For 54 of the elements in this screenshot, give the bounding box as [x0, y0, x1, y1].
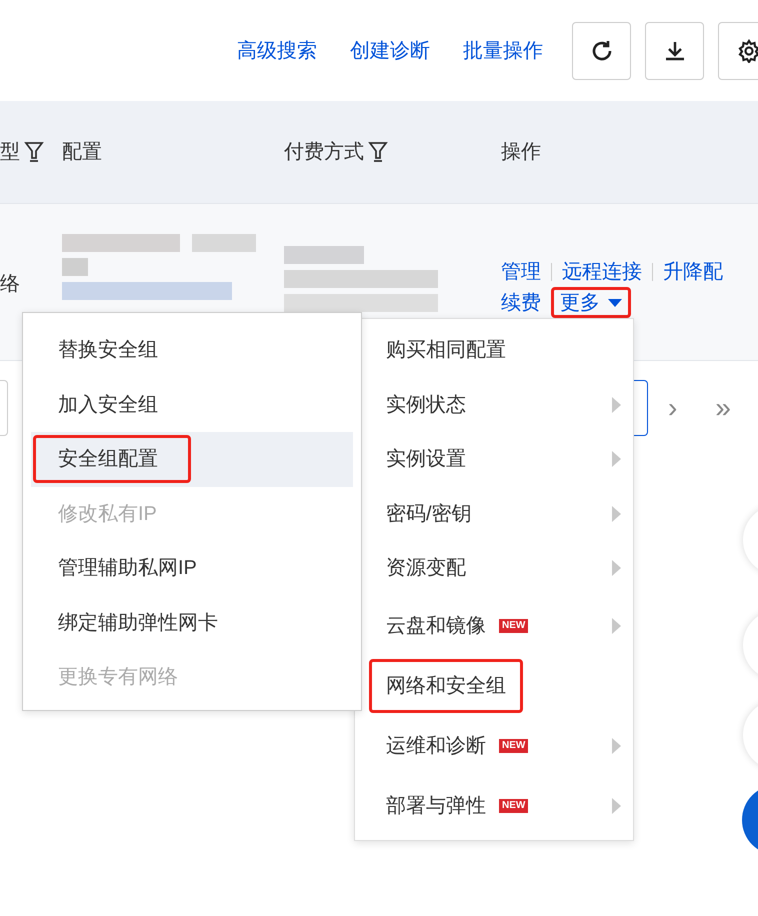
menu-item[interactable]: 实例状态 [364, 378, 633, 432]
menu-item-label: 网络和安全组 [369, 658, 523, 712]
menu-item-label: 密码/密钥 [385, 502, 473, 527]
blurred-text [62, 258, 88, 276]
menu-item-label: 修改私有IP [57, 502, 158, 527]
menu-item[interactable]: 实例设置 [364, 432, 633, 486]
action-link[interactable]: 管理 [501, 258, 541, 286]
filter-icon[interactable] [24, 141, 44, 163]
settings-icon [737, 38, 758, 62]
new-badge: NEW [499, 618, 528, 632]
menu-item[interactable]: 网络和安全组 [364, 656, 633, 716]
toolbar-link[interactable]: 高级搜索 [237, 36, 317, 66]
toolbar-link[interactable]: 批量操作 [463, 36, 543, 66]
page-size-field[interactable] [0, 380, 8, 436]
menu-item-label: 加入安全组 [57, 392, 159, 418]
menu-item-label: 购买相同配置 [385, 338, 507, 364]
menu-item-label: 实例状态 [385, 392, 467, 418]
menu-item[interactable]: 安全组配置 [31, 432, 353, 486]
menu-item-label: 更换专有网络 [57, 665, 179, 690]
menu-item-label: 安全组配置 [33, 435, 191, 484]
menu-item-label: 绑定辅助弹性网卡 [57, 610, 219, 636]
action-link[interactable]: 升降配 [663, 258, 723, 286]
menu-item[interactable]: 密码/密钥 [364, 486, 633, 541]
column-header: 配置 [62, 140, 102, 165]
caret-icon [608, 298, 622, 306]
menu-item[interactable]: 购买相同配置 [364, 323, 633, 378]
next-page-button[interactable]: › [668, 386, 678, 428]
table-cell: 络 [0, 273, 20, 295]
refresh-button[interactable] [572, 22, 631, 80]
more-dropdown[interactable]: 更多 [551, 287, 631, 318]
menu-item[interactable]: 部署与弹性 NEW [364, 776, 633, 836]
new-badge: NEW [499, 738, 528, 752]
menu-item-label: 替换安全组 [57, 338, 159, 364]
menu-item-label: 运维和诊断 [385, 734, 487, 758]
column-header: 型 [0, 140, 20, 165]
menu-item[interactable]: 云盘和镜像 NEW [364, 596, 633, 656]
new-badge: NEW [499, 798, 528, 812]
menu-item-label: 资源变配 [385, 556, 467, 582]
menu-item[interactable]: 运维和诊断 NEW [364, 716, 633, 776]
action-link[interactable]: 远程连接 [562, 258, 642, 286]
last-page-button[interactable]: » [715, 386, 731, 428]
action-link[interactable]: 续费 [501, 288, 541, 316]
menu-item-label: 实例设置 [385, 447, 467, 472]
download-button[interactable] [645, 22, 704, 80]
refresh-icon [590, 38, 614, 62]
menu-item-label: 云盘和镜像 [385, 614, 487, 638]
column-header: 操作 [501, 140, 541, 165]
column-header: 付费方式 [284, 140, 364, 165]
menu-item-label: 管理辅助私网IP [57, 556, 198, 582]
menu-item[interactable]: 资源变配 [364, 541, 633, 596]
toolbar-link[interactable]: 创建诊断 [350, 36, 430, 66]
menu-item-label: 部署与弹性 [385, 794, 487, 818]
filter-icon[interactable] [368, 141, 388, 163]
blurred-text [192, 234, 256, 252]
